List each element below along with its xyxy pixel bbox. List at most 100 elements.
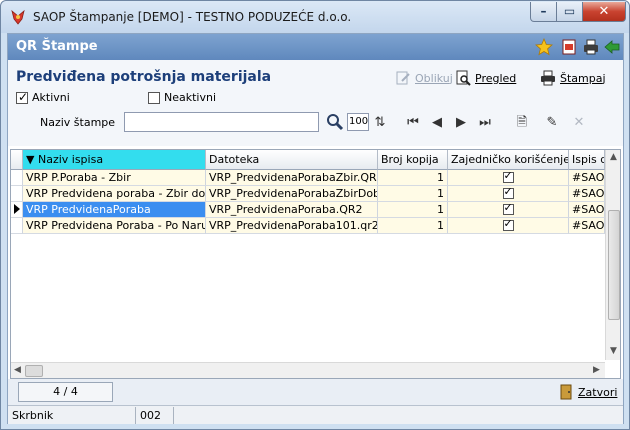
shared-cell[interactable]: ✓	[448, 202, 569, 218]
client-area: QR Štampe Predviđena potrošnja materijal…	[7, 33, 624, 424]
maximize-button[interactable]: ▭	[556, 2, 583, 22]
shared-cell[interactable]: ✓	[448, 186, 569, 202]
stampaj-button[interactable]: Štampaj	[540, 70, 606, 86]
check-icon: ✓	[503, 170, 513, 182]
name-cell[interactable]: VRP PredvidenaPoraba	[23, 202, 206, 218]
column-header-zajednicko[interactable]: Zajedničko korišćenje	[448, 150, 569, 170]
table-row[interactable]: VRP Predvidena poraba - Zbir dobavljacVR…	[11, 186, 605, 202]
new-record-icon[interactable]: 🗎	[513, 114, 531, 132]
name-cell[interactable]: VRP P.Poraba - Zbir	[23, 170, 206, 186]
shared-cell[interactable]: ✓	[448, 218, 569, 234]
scroll-up-icon[interactable]: ▲	[610, 152, 617, 162]
check-icon: ✓	[503, 202, 513, 214]
search-input[interactable]	[124, 112, 319, 132]
aktivni-label: Aktivni	[32, 91, 70, 104]
file-cell[interactable]: VRP_PredvidenaPoraba101.qr2	[206, 218, 378, 234]
current-row-arrow-icon	[14, 204, 20, 214]
window-title: SAOP Štampanje [DEMO] - TESTNO PODUZEĆE …	[33, 10, 352, 24]
close-window-button[interactable]: ✕	[582, 2, 626, 22]
module-title: QR Štampe	[16, 39, 98, 54]
filter-bar: Naziv štampe 100 ⇅ ⏮ ◀ ▶ ⏭ 🗎 ✎ ✕	[8, 110, 623, 136]
file-cell[interactable]: VRP_PredvidenaPorabaZbir.QR2	[206, 170, 378, 186]
zatvori-button[interactable]: Zatvori	[558, 384, 617, 400]
next-record-icon[interactable]: ▶	[452, 114, 470, 132]
document-red-icon[interactable]	[560, 38, 578, 56]
filter-toggle-icon[interactable]: ⇅	[371, 114, 389, 132]
pregled-button[interactable]: Pregled	[455, 70, 516, 86]
close-icon: ✕	[598, 4, 610, 19]
copies-cell[interactable]: 1	[378, 170, 448, 186]
module-header: QR Štampe	[8, 34, 623, 60]
column-header-ispis[interactable]: Ispis d	[569, 150, 605, 170]
column-header-datoteka[interactable]: Datoteka	[206, 150, 378, 170]
vertical-scrollbar[interactable]: ▲ ▼	[605, 150, 620, 360]
row-limit-input[interactable]: 100	[347, 113, 369, 131]
column-header-broj-kopija[interactable]: Broj kopija	[378, 150, 448, 170]
exit-arrow-icon[interactable]	[603, 38, 621, 56]
print-cell[interactable]: #SAOP	[569, 218, 605, 234]
shared-checkbox[interactable]: ✓	[502, 170, 514, 183]
design-icon	[396, 71, 410, 85]
maximize-icon: ▭	[563, 4, 576, 18]
table-row[interactable]: VRP PredvidenaPoraba VRP_PredvidenaPoraba…	[11, 202, 605, 218]
name-cell[interactable]: VRP Predvidena Poraba - Po Narudzbi	[23, 218, 206, 234]
vertical-scroll-thumb[interactable]	[608, 210, 620, 320]
check-icon: ✓	[503, 218, 513, 230]
file-cell[interactable]: VRP_PredvidenaPoraba.QR2	[206, 202, 378, 218]
status-message	[174, 407, 623, 424]
table-row[interactable]: VRP Predvidena Poraba - Po NarudzbiVRP_P…	[11, 218, 605, 234]
oblikuj-button[interactable]: Oblikuj	[395, 70, 453, 86]
print-cell[interactable]: #SAOP	[569, 170, 605, 186]
last-record-icon[interactable]: ⏭	[476, 114, 494, 132]
zatvori-label: Zatvori	[578, 385, 618, 399]
shared-checkbox[interactable]: ✓	[502, 202, 514, 215]
row-indicator[interactable]	[11, 170, 23, 186]
scroll-down-icon[interactable]: ▼	[610, 346, 617, 356]
search-icon[interactable]	[326, 113, 344, 131]
search-label: Naziv štampe	[40, 116, 116, 129]
aktivni-checkbox[interactable]: ✓ Aktivni	[16, 90, 70, 104]
print-cell[interactable]: #SAOP	[569, 202, 605, 218]
shared-cell[interactable]: ✓	[448, 170, 569, 186]
section-title: Predviđena potrošnja materijala	[16, 69, 272, 85]
edit-record-icon[interactable]: ✎	[543, 114, 561, 132]
copies-cell[interactable]: 1	[378, 218, 448, 234]
file-cell[interactable]: VRP_PredvidenaPorabaZbirDobav	[206, 186, 378, 202]
neaktivni-box[interactable]	[148, 91, 160, 104]
close-door-icon	[560, 384, 572, 400]
previous-record-icon[interactable]: ◀	[428, 114, 446, 132]
printer-icon[interactable]	[582, 38, 600, 56]
row-indicator[interactable]	[11, 202, 23, 218]
neaktivni-checkbox[interactable]: Neaktivni	[148, 91, 216, 104]
print-list-grid: ▼ Naziv ispisa Datoteka Broj kopija Zaje…	[10, 149, 621, 379]
first-record-icon[interactable]: ⏮	[404, 114, 422, 132]
app-window: SAOP Štampanje [DEMO] - TESTNO PODUZEĆE …	[0, 0, 630, 430]
print-icon	[541, 70, 555, 86]
table-row[interactable]: VRP P.Poraba - Zbir VRP_PredvidenaPorabaZ…	[11, 170, 605, 186]
copies-cell[interactable]: 1	[378, 202, 448, 218]
oblikuj-label: Oblikuj	[415, 71, 453, 85]
shared-checkbox[interactable]: ✓	[502, 186, 514, 199]
shared-checkbox[interactable]: ✓	[502, 218, 514, 231]
horizontal-scrollbar[interactable]: ◀ ▶	[11, 362, 605, 378]
aktivni-box[interactable]: ✓	[16, 90, 28, 104]
column-header-naziv[interactable]: ▼ Naziv ispisa	[23, 150, 206, 170]
scroll-left-icon[interactable]: ◀	[14, 365, 21, 375]
row-indicator[interactable]	[11, 218, 23, 234]
row-indicator[interactable]	[11, 186, 23, 202]
scroll-right-icon[interactable]: ▶	[593, 365, 600, 375]
toolbar-section: Predviđena potrošnja materijala Oblikuj …	[8, 60, 623, 146]
sort-desc-icon: ▼	[26, 153, 35, 166]
record-counter: 4 / 4	[18, 382, 113, 402]
horizontal-scroll-thumb[interactable]	[25, 365, 43, 377]
delete-record-icon[interactable]: ✕	[570, 114, 588, 132]
minimize-icon: –	[540, 4, 547, 18]
status-bar: Skrbnik 002	[8, 405, 623, 424]
favorite-star-icon[interactable]	[535, 38, 553, 56]
name-cell[interactable]: VRP Predvidena poraba - Zbir dobavljac	[23, 186, 206, 202]
copies-cell[interactable]: 1	[378, 186, 448, 202]
minimize-button[interactable]: –	[530, 2, 557, 22]
print-cell[interactable]: #SAOP	[569, 186, 605, 202]
preview-icon	[456, 70, 471, 86]
title-bar[interactable]: SAOP Štampanje [DEMO] - TESTNO PODUZEĆE …	[1, 1, 629, 33]
